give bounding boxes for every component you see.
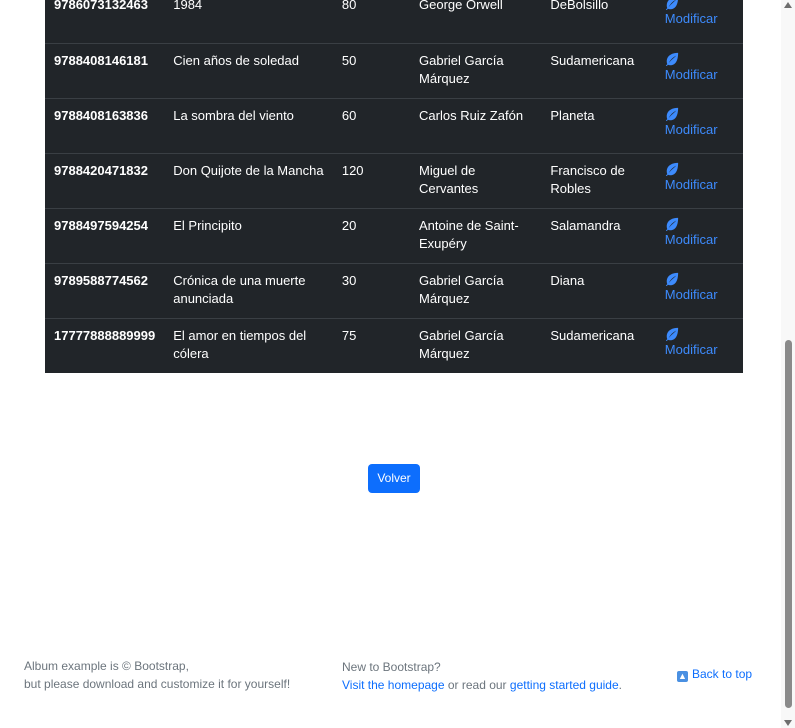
title-cell: Cien años de soledad: [164, 42, 333, 98]
isbn-cell: 9788420471832: [45, 152, 165, 208]
pages-cell: 80: [341, 0, 357, 12]
publisher-cell: DeBolsillo: [550, 0, 609, 12]
footer-help: New to Bootstrap? Visit the homepage or …: [342, 658, 622, 694]
books-table-container: 9786073132463 1984 80 George Orwell DeBolsil…: [45, 0, 743, 373]
author-cell: Gabriel García Márquez: [410, 317, 542, 373]
action-cell: Modificar: [655, 262, 743, 318]
table-row: 9788408146181 Cien años de soledad 50 Gabri…: [45, 42, 743, 98]
books-table-body: 9786073132463 1984 80 George Orwell DeBolsil…: [45, 0, 743, 373]
modify-label: Modificar: [664, 341, 718, 357]
table-row: 9789588774562 Crónica de una muerte anunc…: [45, 262, 743, 318]
publisher-cell: Sudamericana: [541, 42, 656, 98]
table-row: 9788497594254 El Principito 20 Antoine de S…: [45, 207, 743, 263]
leaf-icon: [665, 327, 679, 341]
leaf-icon: [665, 217, 679, 231]
modify-link[interactable]: Modificar: [665, 162, 734, 194]
scroll-up-arrow-icon[interactable]: [784, 2, 792, 8]
back-to-top: ▲ Back to top: [677, 665, 752, 683]
scrollbar-thumb[interactable]: [785, 340, 792, 708]
back-to-top-link[interactable]: ▲ Back to top: [677, 667, 753, 682]
author-cell: Gabriel García Márquez: [410, 262, 542, 318]
footer-help-links: Visit the homepage or read our getting s…: [342, 676, 622, 694]
table-row: 17777888889999 El amor en tiempos del cól…: [45, 317, 743, 373]
back-to-top-label: Back to top: [692, 667, 753, 681]
publisher-cell: Sudamericana: [541, 317, 656, 373]
modify-label: Modificar: [664, 11, 718, 26]
modify-link[interactable]: Modificar: [665, 272, 734, 304]
action-cell: Modificar: [655, 97, 743, 153]
author-cell: George Orwell: [419, 0, 503, 12]
books-table: 9786073132463 1984 80 George Orwell DeBolsil…: [45, 0, 743, 373]
scroll-down-arrow-icon[interactable]: [784, 720, 792, 726]
modify-link[interactable]: Modificar: [665, 327, 734, 359]
leaf-icon: [665, 107, 679, 121]
leaf-icon: [665, 52, 679, 66]
getting-started-link[interactable]: getting started guide: [510, 678, 619, 692]
table-row: 9788420471832 Don Quijote de la Mancha 120…: [45, 152, 743, 208]
publisher-cell: Salamandra: [541, 207, 656, 263]
modify-label: Modificar: [664, 176, 718, 192]
publisher-cell: Diana: [541, 262, 656, 318]
action-cell: Modificar: [655, 207, 743, 263]
title-cell: La sombra del viento: [164, 97, 333, 153]
modify-link[interactable]: Modificar: [665, 107, 734, 139]
homepage-link[interactable]: Visit the homepage: [342, 678, 445, 692]
footer-copyright-line2: but please download and customize it for…: [24, 677, 291, 691]
publisher-cell: Francisco de Robles: [541, 152, 656, 208]
leaf-icon: [665, 162, 679, 176]
modify-label: Modificar: [664, 121, 718, 137]
author-cell: Miguel de Cervantes: [410, 152, 542, 208]
author-cell: Antoine de Saint-Exupéry: [410, 207, 542, 263]
isbn-cell: 9788408163836: [45, 97, 165, 153]
arrow-up-icon: ▲: [677, 671, 688, 682]
volver-button[interactable]: Volver: [368, 464, 420, 493]
action-cell: Modificar: [656, 0, 743, 43]
leaf-icon: [665, 272, 679, 286]
pages-cell: 60: [332, 97, 411, 153]
modify-label: Modificar: [664, 231, 718, 247]
leaf-icon: [665, 0, 679, 11]
isbn-cell: 9788408146181: [45, 42, 165, 98]
publisher-cell: Planeta: [541, 97, 656, 153]
title-cell: 1984: [173, 0, 203, 12]
isbn-cell: 9789588774562: [45, 262, 165, 318]
action-cell: Modificar: [655, 317, 743, 373]
author-cell: Carlos Ruiz Zafón: [410, 97, 542, 153]
table-row: 9788408163836 La sombra del viento 60 Carlo…: [45, 97, 743, 153]
isbn-cell: 9788497594254: [45, 207, 165, 263]
footer-help-text: or read our: [444, 678, 510, 692]
modify-link[interactable]: Modificar: [665, 217, 734, 249]
isbn-cell: 17777888889999: [45, 317, 165, 373]
pages-cell: 120: [332, 152, 411, 208]
isbn-cell: 9786073132463: [54, 0, 148, 12]
footer-help-period: .: [618, 678, 622, 692]
footer-help-heading: New to Bootstrap?: [342, 660, 441, 674]
footer-copyright-line1: Album example is © Bootstrap,: [24, 659, 189, 673]
pages-cell: 75: [332, 317, 411, 373]
modify-label: Modificar: [664, 66, 718, 82]
pages-cell: 30: [332, 262, 411, 318]
vertical-scrollbar[interactable]: [781, 0, 795, 728]
footer-copyright: Album example is © Bootstrap, but please…: [24, 657, 290, 693]
action-cell: Modificar: [655, 42, 743, 98]
modify-link[interactable]: Modificar: [665, 52, 734, 84]
title-cell: El amor en tiempos del cólera: [164, 317, 333, 373]
table-row: 9786073132463 1984 80 George Orwell DeBolsil…: [45, 0, 743, 43]
title-cell: Don Quijote de la Mancha: [164, 152, 333, 208]
modify-link[interactable]: Modificar: [665, 0, 734, 28]
modify-label: Modificar: [664, 286, 718, 302]
title-cell: El Principito: [164, 207, 333, 263]
pages-cell: 20: [332, 207, 411, 263]
title-cell: Crónica de una muerte anunciada: [164, 262, 333, 318]
author-cell: Gabriel García Márquez: [410, 42, 542, 98]
action-cell: Modificar: [655, 152, 743, 208]
pages-cell: 50: [332, 42, 411, 98]
